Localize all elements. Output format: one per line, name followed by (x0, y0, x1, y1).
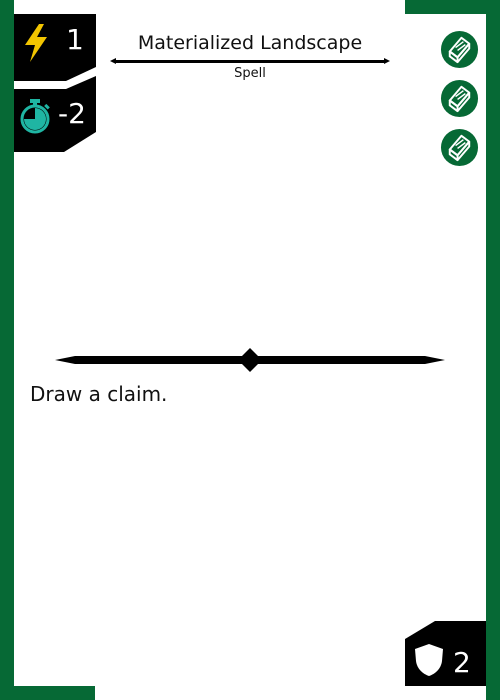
card-border-bottom-left (0, 686, 95, 700)
text-divider (55, 348, 445, 372)
ability-text: Draw a claim. (30, 382, 168, 406)
shield-icon (415, 644, 443, 676)
card-stack-icon (440, 30, 479, 69)
card-border-left (0, 0, 14, 700)
energy-value: 1 (66, 23, 84, 56)
badge-column (440, 30, 500, 177)
defense-value: 2 (453, 646, 471, 679)
stat-panel: 1 -2 (14, 14, 96, 152)
stopwatch-icon (20, 99, 50, 134)
card-title: Materialized Landscape (137, 32, 363, 54)
defense-panel: 2 (405, 621, 486, 686)
card-type-line: Spell (234, 66, 266, 81)
title-rule (110, 58, 390, 64)
card-stack-icon (440, 128, 479, 167)
lightning-icon (25, 24, 47, 62)
card-stack-icon (440, 79, 479, 118)
time-value: -2 (58, 97, 86, 130)
card-border-top-right (405, 0, 500, 14)
